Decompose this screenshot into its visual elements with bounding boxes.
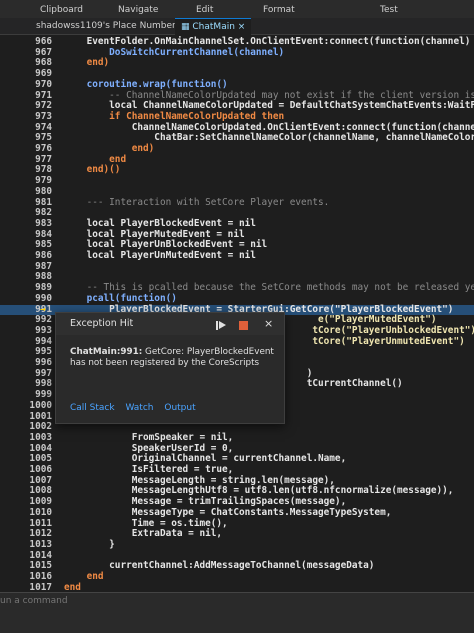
code-text: end) [64,57,110,69]
code-line[interactable]: 1010 MessageType = ChatConstants.Message… [0,506,474,519]
code-line[interactable]: 1013 } [0,538,474,551]
code-line[interactable]: 970 coroutine.wrap(function() [0,78,474,91]
code-text: pcall(function() [64,292,177,304]
line-number: 1010 [29,506,52,518]
line-number: 993 [35,324,52,336]
code-line[interactable]: 1003 FromSpeaker = nil, [0,431,474,444]
stop-icon[interactable] [239,321,248,330]
code-line[interactable]: 986 local PlayerUnMutedEvent = nil [0,250,474,262]
code-text: local PlayerBlockedEvent = nil [64,217,256,229]
resume-icon[interactable] [219,321,226,329]
code-line[interactable]: 980 [0,185,474,198]
code-line[interactable]: 983 local PlayerBlockedEvent = nil [0,217,474,230]
code-line[interactable]: 973 if ChannelNameColorUpdated then [0,110,474,123]
code-text: end [64,581,81,592]
command-input[interactable] [0,596,474,606]
ribbon-format[interactable]: Format [263,5,295,15]
tab-place-label: shadowss1109's Place Number: 6 [36,21,188,31]
ribbon-edit[interactable]: Edit [196,5,213,15]
line-number: 1000 [29,399,52,411]
exception-location: ChatMain:991: [70,347,143,357]
tab-chatmain-label: ChatMain [192,22,235,32]
exception-message: ChatMain:991: GetCore: PlayerBlockedEven… [70,347,276,369]
line-number: 970 [35,78,52,90]
ribbon-test[interactable]: Test [380,5,398,15]
ribbon-navigate[interactable]: Navigate [118,5,158,15]
ribbon-menu: Clipboard Navigate Edit Format Test [0,0,474,18]
tab-chatmain[interactable]: ▦ ChatMain × [175,18,252,35]
script-icon: ▦ [181,22,190,32]
code-text: MessageType = ChatConstants.MessageTypeS… [64,506,392,518]
exception-header: Exception Hit × [56,313,284,335]
code-text: if ChannelNameColorUpdated then [64,110,285,122]
line-number: 990 [35,292,52,304]
exception-dialog: Exception Hit × ChatMain:991: GetCore: P… [55,312,285,424]
command-bar [0,592,474,633]
code-line[interactable]: 981 --- Interaction with SetCore Player … [0,196,474,209]
line-number: 980 [35,185,52,197]
exception-title: Exception Hit [70,318,134,329]
code-text: local PlayerUnMutedEvent = nil [64,250,256,261]
exception-links: Call Stack Watch Output [70,403,204,413]
code-text: end)() [64,164,121,176]
line-number: 1017 [29,581,52,592]
code-text: --- Interaction with SetCore Player even… [64,196,330,208]
code-text: coroutine.wrap(function() [64,78,228,90]
line-number: 973 [35,110,52,122]
code-line[interactable]: 968 end) [0,58,474,69]
close-icon[interactable]: × [238,22,246,32]
code-text: } [64,538,115,550]
line-number: 983 [35,217,52,229]
code-line[interactable]: 979 [0,175,474,187]
code-line[interactable]: 990 pcall(function() [0,292,474,305]
call-stack-link[interactable]: Call Stack [70,403,115,413]
output-link[interactable]: Output [164,403,195,413]
editor-tabs: shadowss1109's Place Number: 6 ▦ ChatMai… [0,18,474,35]
code-text: currentChannel:AddMessageToChannel(messa… [64,560,375,572]
code-line[interactable]: 1017 end [0,581,474,592]
watch-link[interactable]: Watch [125,403,153,413]
code-line[interactable]: 987 [0,261,474,273]
ribbon-clipboard[interactable]: Clipboard [40,5,83,15]
resume-bar-icon [216,321,218,330]
code-text: FromSpeaker = nil, [64,431,234,443]
line-number: 1013 [29,538,52,550]
close-icon[interactable]: × [264,317,273,330]
code-line[interactable]: 978 end)() [0,165,474,176]
line-number: 1003 [29,431,52,443]
tab-place[interactable]: shadowss1109's Place Number: 6 [30,18,193,34]
